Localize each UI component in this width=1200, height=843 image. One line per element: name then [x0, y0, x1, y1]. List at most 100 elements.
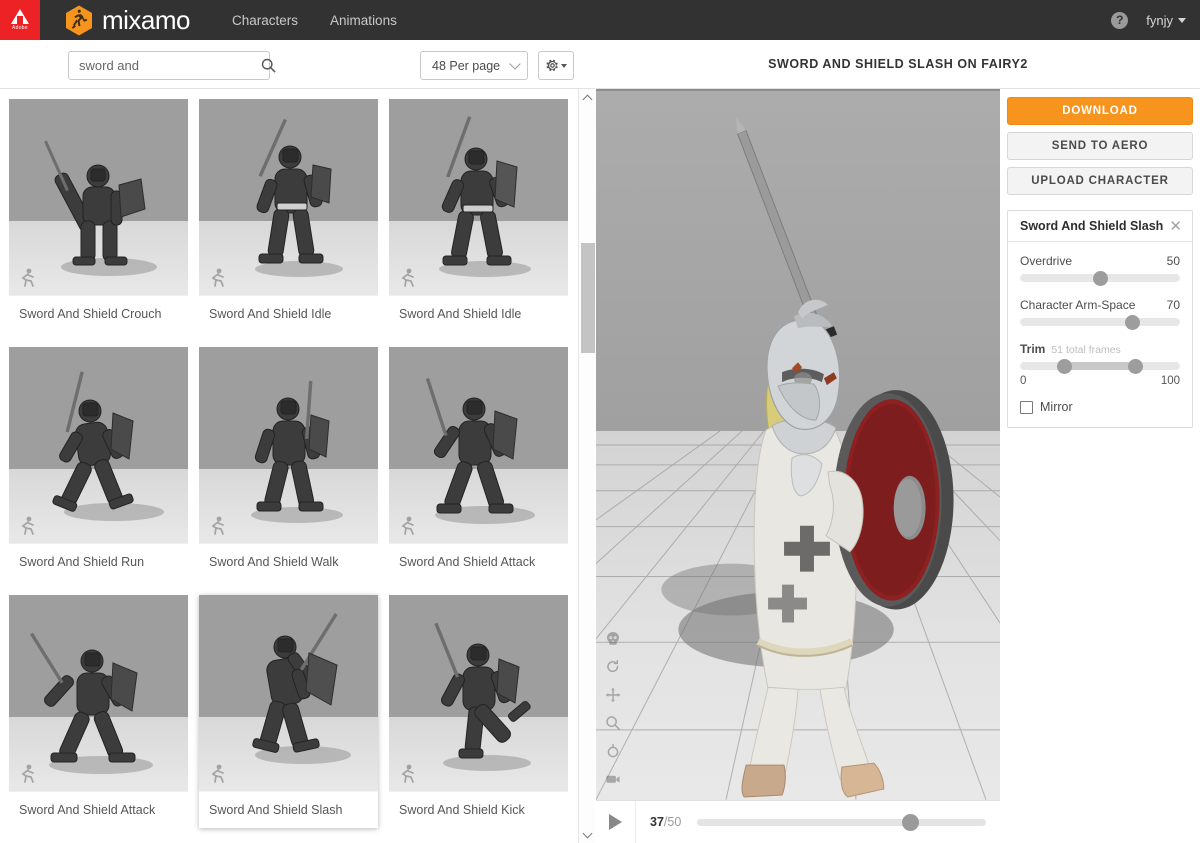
zoom-icon[interactable]	[604, 714, 622, 732]
animation-card[interactable]: Sword And Shield Kick	[389, 595, 568, 828]
total-frames: 50	[667, 815, 682, 829]
search-input[interactable]	[69, 58, 261, 73]
scrollbar-thumb[interactable]	[581, 243, 595, 353]
rotate-icon[interactable]	[604, 658, 622, 676]
animation-card-label: Sword And Shield Attack	[389, 543, 568, 580]
animation-card-label: Sword And Shield Idle	[199, 295, 378, 332]
animation-thumbnail	[199, 347, 378, 543]
trim-label: Trim	[1020, 342, 1046, 356]
arm-space-value: 70	[1166, 298, 1180, 312]
knight-figure	[389, 595, 568, 791]
timeline-knob[interactable]	[902, 814, 920, 831]
pan-icon[interactable]	[604, 686, 622, 704]
animation-grid-panel: Sword And Shield Crouch Sword And Shield…	[0, 89, 578, 843]
animation-thumbnail	[9, 347, 188, 543]
close-icon[interactable]: ✕	[1169, 219, 1182, 234]
animation-card-selected[interactable]: Sword And Shield Slash	[199, 595, 378, 828]
trim-max-label: 100	[1160, 375, 1180, 387]
download-button[interactable]: DOWNLOAD	[1007, 97, 1193, 125]
arm-space-knob[interactable]	[1124, 314, 1140, 330]
animation-card[interactable]: Sword And Shield Run	[9, 347, 188, 580]
viewer-title-bar: SWORD AND SHIELD SLASH ON FAIRY2	[596, 40, 1200, 89]
animation-card-label: Sword And Shield Crouch	[9, 295, 188, 332]
run-icon	[211, 516, 224, 535]
arm-space-label: Character Arm-Space	[1020, 298, 1136, 312]
trim-total-frames: 51 total frames	[1051, 344, 1121, 356]
timeline-track[interactable]	[697, 818, 986, 826]
nav-item-characters[interactable]: Characters	[232, 13, 298, 28]
grid-scrollbar[interactable]	[578, 89, 595, 843]
viewer-title: SWORD AND SHIELD SLASH ON FAIRY2	[768, 57, 1028, 71]
user-menu[interactable]: fynjy	[1146, 13, 1186, 28]
search-box[interactable]	[68, 51, 276, 80]
per-page-select[interactable]: 48 Per page	[420, 51, 528, 80]
trim-range-fill	[1064, 362, 1136, 370]
chevron-down-icon	[582, 828, 593, 838]
main-nav: Characters Animations	[232, 13, 397, 28]
timeline-slider[interactable]	[697, 814, 986, 831]
user-name: fynjy	[1146, 12, 1173, 28]
run-icon	[401, 268, 414, 287]
mirror-checkbox-row[interactable]: Mirror	[1020, 400, 1180, 414]
3d-viewport[interactable]	[596, 89, 1000, 800]
settings-panel-body: Overdrive 50 Character Arm-Space 70 Trim…	[1008, 242, 1192, 427]
trim-range-labels: 0 100	[1020, 375, 1180, 387]
playback-bar: 37/50	[596, 800, 1000, 843]
animation-thumbnail	[9, 99, 188, 295]
animation-card[interactable]: Sword And Shield Attack	[389, 347, 568, 580]
run-icon	[21, 764, 34, 783]
animation-card[interactable]: Sword And Shield Walk	[199, 347, 378, 580]
per-page-label: 48 Per page	[432, 58, 501, 73]
current-frame: 37	[650, 815, 664, 829]
scroll-down-button[interactable]	[579, 826, 596, 843]
animation-card[interactable]: Sword And Shield Attack	[9, 595, 188, 828]
knight-figure	[389, 99, 568, 295]
animation-card-label: Sword And Shield Run	[9, 543, 188, 580]
nav-item-animations[interactable]: Animations	[330, 13, 397, 28]
header-right: ? fynjy	[1111, 11, 1186, 29]
animation-card-label: Sword And Shield Walk	[199, 543, 378, 580]
knight-figure	[199, 595, 378, 791]
trim-row: Trim 51 total frames	[1020, 342, 1180, 356]
camera-icon[interactable]	[604, 770, 622, 788]
animation-thumbnail	[389, 99, 568, 295]
knight-figure	[199, 99, 378, 295]
animation-card[interactable]: Sword And Shield Crouch	[9, 99, 188, 332]
upload-character-button[interactable]: UPLOAD CHARACTER	[1007, 167, 1193, 195]
run-icon	[21, 268, 34, 287]
overdrive-slider[interactable]	[1020, 270, 1180, 286]
animation-thumbnail	[9, 595, 188, 791]
settings-panel-header: Sword And Shield Slash ✕	[1008, 211, 1192, 242]
chevron-up-icon	[582, 94, 593, 104]
animation-card-label: Sword And Shield Idle	[389, 295, 568, 332]
overdrive-knob[interactable]	[1092, 270, 1108, 286]
trim-end-knob[interactable]	[1127, 358, 1143, 374]
send-to-aero-button[interactable]: SEND TO AERO	[1007, 132, 1193, 160]
trim-slider[interactable]	[1020, 358, 1180, 374]
animation-card[interactable]: Sword And Shield Idle	[389, 99, 568, 332]
animation-card-label: Sword And Shield Attack	[9, 791, 188, 828]
adobe-logo[interactable]: Adobe	[0, 0, 40, 40]
chevron-down-icon	[560, 63, 567, 68]
animation-thumbnail	[389, 595, 568, 791]
scroll-up-button[interactable]	[579, 89, 596, 106]
orbit-icon[interactable]	[604, 742, 622, 760]
overdrive-label: Overdrive	[1020, 254, 1073, 268]
knight-figure	[9, 99, 188, 295]
gear-icon	[546, 59, 558, 71]
help-icon[interactable]: ?	[1111, 11, 1129, 29]
right-sidebar: DOWNLOAD SEND TO AERO UPLOAD CHARACTER S…	[1000, 89, 1200, 843]
mirror-checkbox[interactable]	[1020, 400, 1033, 414]
adobe-a-icon	[11, 9, 29, 24]
arm-space-slider[interactable]	[1020, 314, 1180, 330]
animation-card[interactable]: Sword And Shield Idle	[199, 99, 378, 332]
trim-start-knob[interactable]	[1057, 358, 1073, 374]
settings-gear-button[interactable]	[538, 51, 574, 80]
run-icon	[211, 268, 224, 287]
mixamo-brand[interactable]: mixamo	[65, 5, 191, 36]
play-button[interactable]	[596, 800, 636, 843]
search-icon[interactable]	[261, 58, 276, 73]
skull-icon[interactable]	[604, 630, 622, 648]
run-icon	[211, 764, 224, 783]
run-icon	[401, 764, 414, 783]
